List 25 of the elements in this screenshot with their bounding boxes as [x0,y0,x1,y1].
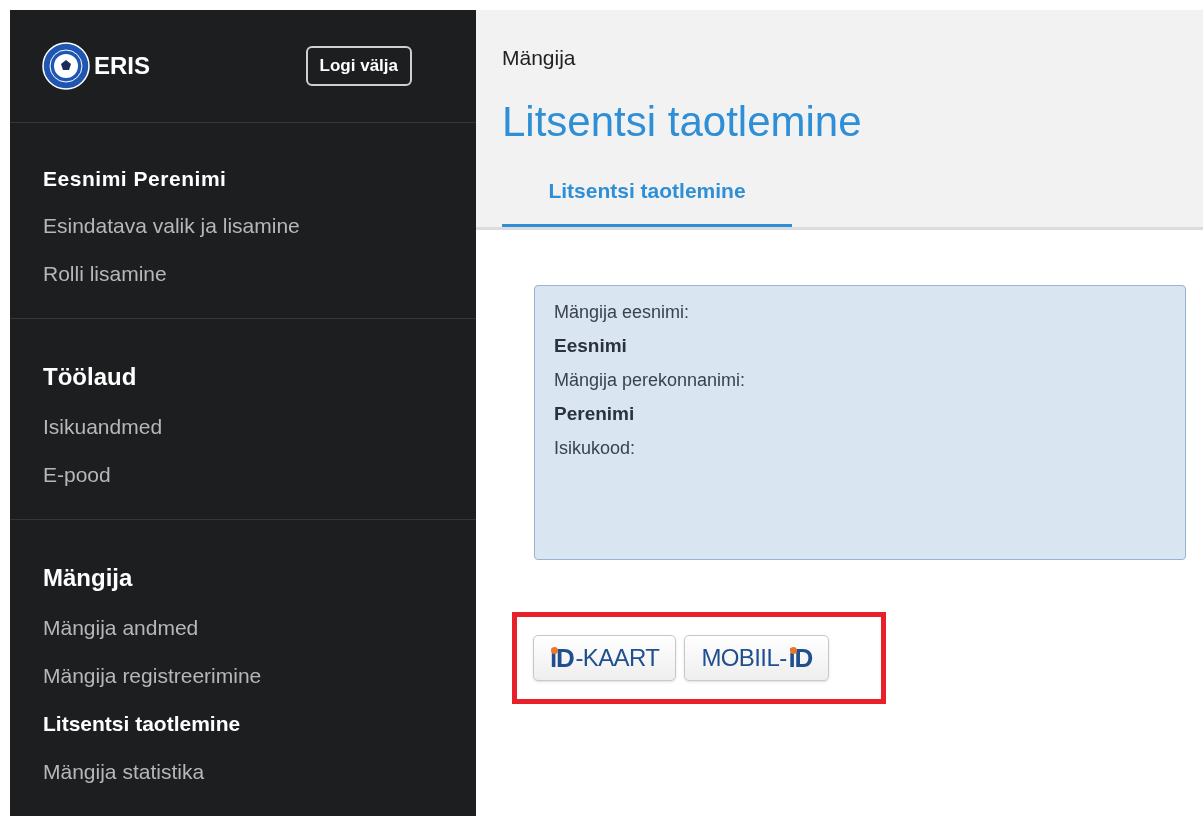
sidebar-link[interactable]: Mängija statistika [43,748,443,796]
field-label: Mängija perekonnanimi: [554,368,747,392]
section-title: Mängija [43,563,134,593]
football-logo-icon [42,41,90,90]
sidebar-link[interactable]: Isikuandmed [43,403,443,451]
sidebar-link[interactable]: Rolli lisamine [43,250,443,298]
breadcrumb: Mängija [502,45,577,71]
sidebar-link[interactable]: Mängija andmed [43,604,443,652]
sidebar-link[interactable]: Mängija registreerimine [43,652,443,700]
field-value: Perenimi [554,401,636,426]
field-value: Eesnimi [554,333,628,358]
field-label: Isikukood: [554,436,637,460]
page-title: Litsentsi taotlemine [502,96,863,147]
field-label: Mängija eesnimi: [554,300,691,324]
section-title: Töölaud [43,362,138,392]
sidebar-link[interactable]: Litsentsi taotlemine [43,700,443,748]
id-login-button[interactable]: MOBIIL-iD [684,634,829,681]
id-login-button[interactable]: iD-KAART [533,634,677,681]
sidebar-link[interactable]: Esindatava valik ja lisamine [43,202,443,250]
id-logo: iD [788,644,812,671]
user-name: Eesnimi Perenimi [43,165,228,192]
logout-button[interactable]: Logi välja [305,46,412,86]
brand-name: ERIS [94,50,150,81]
sidebar-link[interactable]: E-pood [43,451,443,499]
id-logo: iD [550,644,574,671]
